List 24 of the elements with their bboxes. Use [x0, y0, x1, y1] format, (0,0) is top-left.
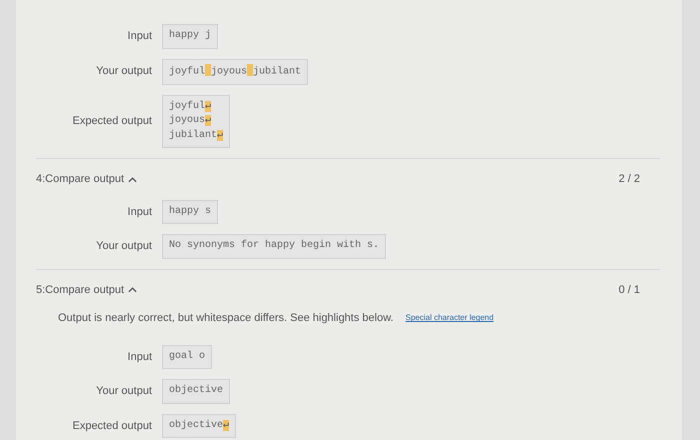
output-text: joyful↵ joyous↵ jubilant↵ [162, 94, 230, 148]
section-title[interactable]: 4:Compare output [36, 171, 124, 188]
score-text: 2 / 2 [618, 172, 640, 187]
output-text: joyful joyous jubilant [162, 58, 308, 84]
row-label: Expected output [71, 114, 153, 129]
status-message: Output is nearly correct, but whitespace differs. See highlights below. [58, 311, 394, 326]
legend-link[interactable]: Special character legend [405, 312, 494, 324]
row-label: Your output [95, 64, 153, 80]
output-text: happy j [162, 24, 218, 48]
row-label: Input [126, 29, 153, 44]
row-label: Your output [95, 239, 153, 254]
row-label: Your output [95, 384, 153, 399]
section-title[interactable]: 5:Compare output [36, 282, 124, 298]
chevron-up-icon[interactable] [128, 286, 138, 294]
score-text: 0 / 1 [618, 282, 640, 298]
output-text: No synonyms for happy begin with s. [162, 234, 386, 258]
chevron-up-icon[interactable] [128, 176, 138, 183]
row-label: Input [126, 350, 153, 364]
output-text: happy s [162, 200, 218, 224]
output-text: goal o [162, 344, 212, 369]
row-label: Expected output [71, 418, 153, 434]
output-text: objective [162, 379, 230, 404]
output-text: objective↵ [162, 414, 236, 438]
row-label: Input [126, 204, 153, 220]
